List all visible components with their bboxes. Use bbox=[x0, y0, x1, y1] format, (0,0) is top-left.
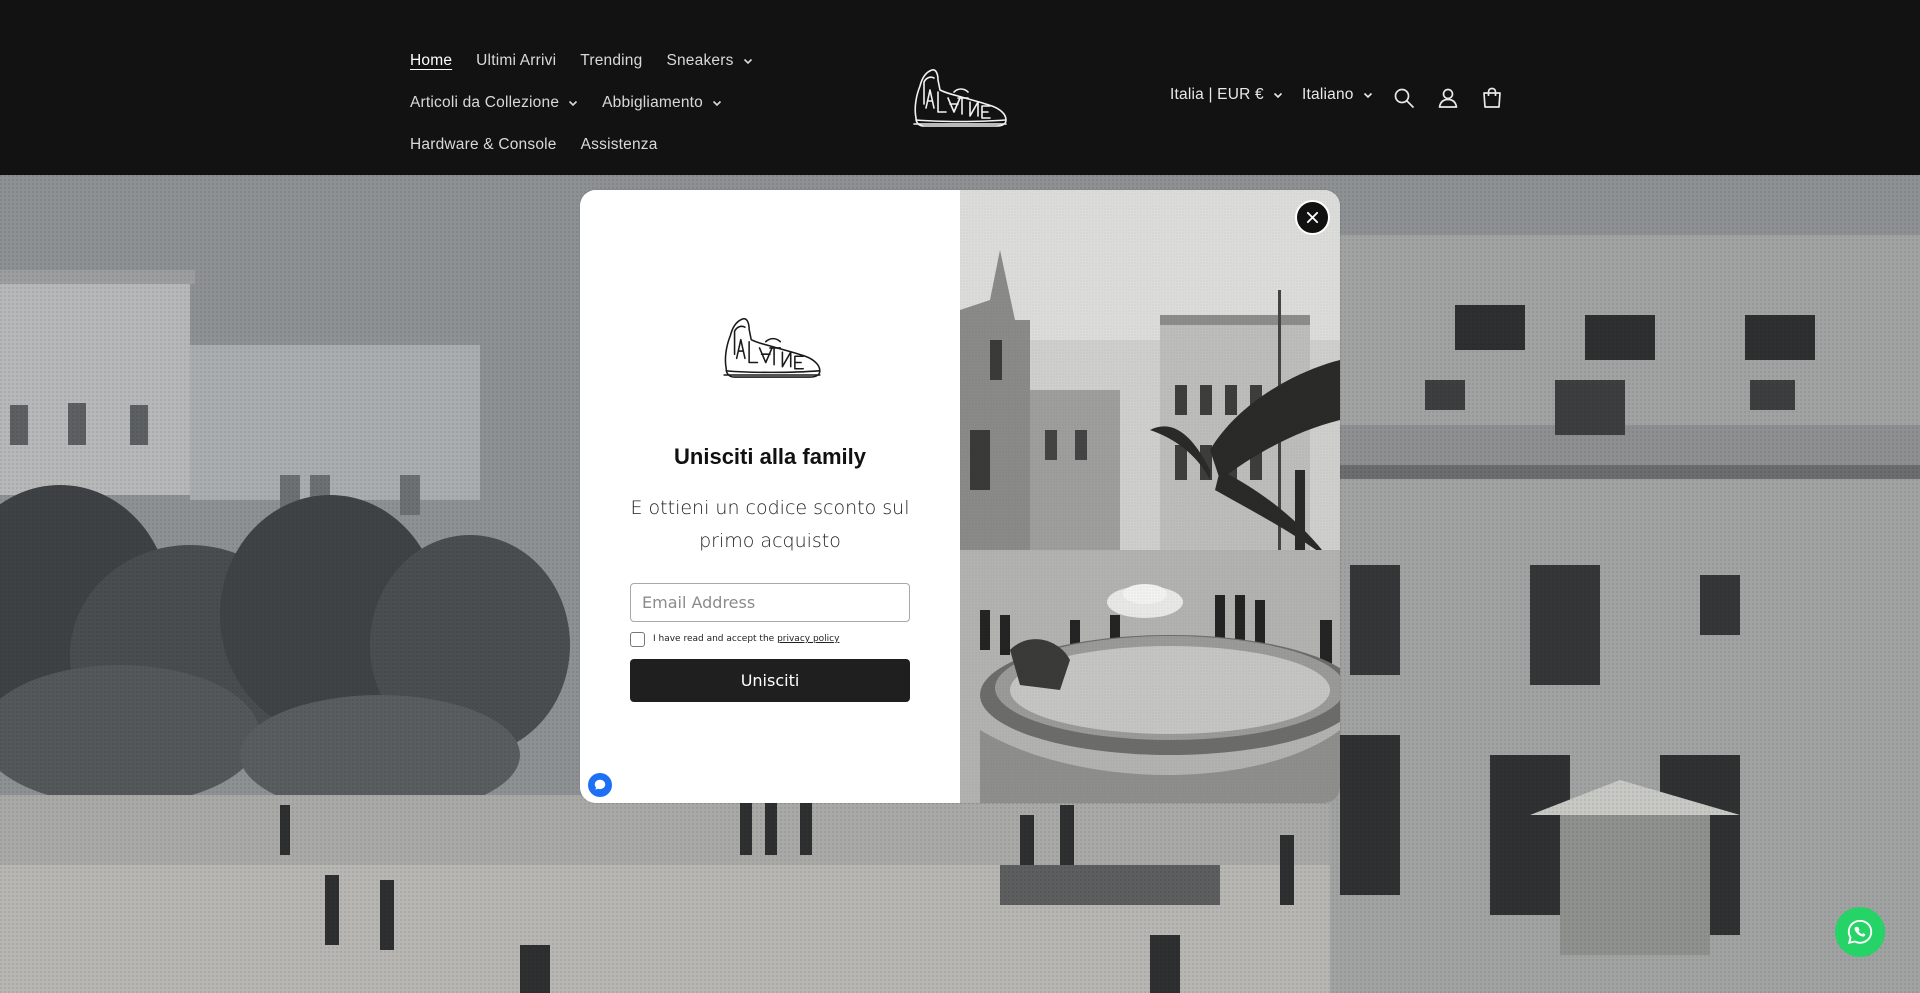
nav-item-label: Articoli da Collezione bbox=[410, 94, 560, 111]
nav-item-label: Assistenza bbox=[580, 136, 658, 153]
nav-item-label: Ultimi Arrivi bbox=[476, 52, 557, 69]
nav-item-hardware-console[interactable]: Hardware & Console bbox=[410, 136, 557, 154]
vintage-fountain-photo bbox=[960, 190, 1340, 803]
main-nav: Home Ultimi Arrivi Trending Sneakers Art… bbox=[410, 40, 830, 166]
chat-bubble-icon bbox=[594, 779, 606, 790]
popup-logo bbox=[720, 315, 824, 383]
newsletter-popup: Unisciti alla family E ottieni un codice… bbox=[580, 190, 1340, 803]
chevron-down-icon bbox=[1363, 92, 1372, 99]
nav-item-ultimi-arrivi[interactable]: Ultimi Arrivi bbox=[476, 52, 556, 70]
nav-item-sneakers[interactable]: Sneakers bbox=[666, 52, 752, 70]
nav-item-articoli-da-collezione[interactable]: Articoli da Collezione bbox=[410, 94, 578, 112]
close-icon bbox=[1306, 211, 1319, 224]
nav-row: Home Ultimi Arrivi Trending Sneakers bbox=[410, 40, 830, 82]
nav-row: Hardware & Console Assistenza bbox=[410, 124, 830, 166]
sneaker-logo-icon bbox=[913, 69, 1007, 127]
search-button[interactable] bbox=[1392, 86, 1416, 110]
nav-item-abbigliamento[interactable]: Abbigliamento bbox=[602, 94, 722, 112]
language-selector-label: Italiano bbox=[1302, 86, 1354, 103]
nav-item-label: Trending bbox=[580, 52, 643, 69]
sneaker-logo-icon bbox=[723, 317, 821, 378]
cart-button[interactable] bbox=[1480, 86, 1504, 110]
nav-item-label: Sneakers bbox=[666, 52, 734, 69]
nav-item-label: Home bbox=[410, 52, 453, 69]
cart-icon bbox=[1483, 87, 1501, 108]
language-selector[interactable]: Italiano bbox=[1302, 86, 1373, 104]
popup-image bbox=[960, 190, 1340, 803]
country-selector-label: Italia | EUR € bbox=[1170, 86, 1264, 103]
popup-form-panel: Unisciti alla family E ottieni un codice… bbox=[580, 190, 960, 803]
consent-label: I have read and accept the privacy polic… bbox=[653, 634, 839, 644]
search-icon bbox=[1394, 88, 1414, 108]
nav-item-trending[interactable]: Trending bbox=[580, 52, 642, 70]
nav-item-label: Hardware & Console bbox=[410, 136, 557, 153]
popup-title: Unisciti alla family bbox=[674, 444, 866, 469]
popup-subtitle: E ottieni un codice sconto sul primo acq… bbox=[630, 497, 910, 552]
chevron-down-icon bbox=[743, 58, 752, 65]
chevron-down-icon bbox=[712, 100, 722, 107]
nav-row: Articoli da Collezione Abbigliamento bbox=[410, 82, 830, 124]
whatsapp-icon bbox=[1847, 919, 1873, 945]
account-button[interactable] bbox=[1436, 86, 1460, 110]
chevron-down-icon bbox=[569, 100, 578, 107]
account-icon bbox=[1438, 88, 1458, 108]
whatsapp-button[interactable] bbox=[1835, 907, 1885, 957]
privacy-checkbox[interactable] bbox=[630, 632, 645, 647]
privacy-policy-link[interactable]: privacy policy bbox=[777, 634, 839, 644]
nav-item-label: Abbigliamento bbox=[602, 94, 703, 111]
close-popup-button[interactable] bbox=[1295, 200, 1330, 235]
store-logo[interactable] bbox=[910, 68, 1010, 130]
nav-item-home[interactable]: Home bbox=[410, 52, 452, 70]
country-selector[interactable]: Italia | EUR € bbox=[1170, 86, 1283, 104]
chat-badge[interactable] bbox=[588, 773, 612, 797]
subscribe-button[interactable]: Unisciti bbox=[630, 659, 910, 702]
site-header: Home Ultimi Arrivi Trending Sneakers Art… bbox=[0, 0, 1920, 175]
chevron-down-icon bbox=[1273, 92, 1282, 99]
email-field[interactable] bbox=[630, 583, 910, 622]
consent-text: I have read and accept the bbox=[653, 634, 778, 644]
nav-item-assistenza[interactable]: Assistenza bbox=[581, 136, 658, 154]
